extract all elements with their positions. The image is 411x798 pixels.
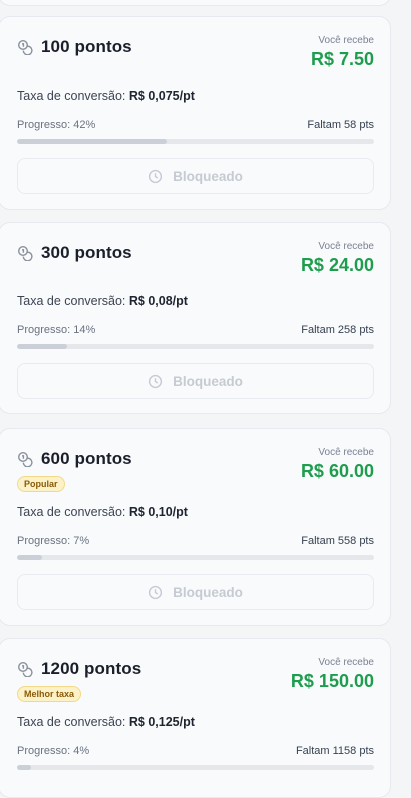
conversion-rate: Taxa de conversão: R$ 0,08/pt: [17, 294, 188, 308]
progress-row: Progresso: 14% Faltam 258 pts: [17, 324, 374, 336]
tier-card: 1200 pontos Melhor taxa Você recebe R$ 1…: [0, 638, 391, 798]
remaining-text: Faltam 58 pts: [307, 119, 374, 131]
receive-value: R$ 150.00: [290, 671, 374, 691]
receive-value: R$ 60.00: [300, 461, 374, 481]
progress-row: Progresso: 42% Faltam 58 pts: [17, 119, 374, 131]
receive-value: R$ 7.50: [310, 49, 374, 69]
locked-button[interactable]: Bloqueado: [17, 363, 374, 399]
tier-points: 300 pontos: [41, 243, 132, 262]
coins-icon: [17, 661, 33, 677]
progress-row: Progresso: 4% Faltam 1158 pts: [17, 745, 374, 757]
receive-block: Você recebe R$ 7.50: [311, 35, 374, 70]
remaining-text: Faltam 1158 pts: [295, 745, 374, 757]
locked-button-label: Bloqueado: [173, 168, 243, 184]
clock-icon: [149, 169, 163, 183]
conversion-rate-value: R$ 0,125/pt: [128, 715, 195, 729]
locked-button[interactable]: Bloqueado: [17, 574, 374, 610]
conversion-rate-label: Taxa de conversão:: [17, 505, 126, 519]
conversion-rate: Taxa de conversão: R$ 0,075/pt: [17, 89, 195, 103]
conversion-rate: Taxa de conversão: R$ 0,10/pt: [17, 505, 188, 519]
clock-icon: [149, 374, 163, 388]
tier-card: 300 pontos Você recebe R$ 24.00 Taxa de …: [0, 222, 391, 414]
conversion-rate-value: R$ 0,10/pt: [128, 505, 188, 519]
previous-card-edge: [0, 0, 391, 6]
tier-points: 600 pontos: [41, 449, 132, 468]
locked-button-label: Bloqueado: [173, 373, 243, 389]
tier-points: 100 pontos: [41, 37, 132, 56]
progress-row: Progresso: 7% Faltam 558 pts: [17, 535, 374, 547]
conversion-rate: Taxa de conversão: R$ 0,125/pt: [17, 715, 195, 729]
coins-icon: [17, 39, 33, 55]
progress-text: Progresso: 7%: [17, 535, 90, 547]
progress-text: Progresso: 14%: [17, 324, 96, 336]
progress-bar: [17, 555, 374, 560]
tier-card: 600 pontos Popular Você recebe R$ 60.00 …: [0, 428, 391, 626]
locked-button-label: Bloqueado: [173, 584, 243, 600]
progress-text: Progresso: 4%: [17, 745, 90, 757]
locked-button[interactable]: Bloqueado: [17, 158, 374, 194]
tier-header: 1200 pontos: [17, 659, 141, 679]
progress-bar: [17, 344, 374, 349]
conversion-rate-value: R$ 0,08/pt: [128, 294, 188, 308]
progress-bar: [17, 139, 374, 144]
conversion-rate-value: R$ 0,075/pt: [128, 89, 195, 103]
tier-header: 100 pontos: [17, 37, 132, 57]
progress-bar-fill: [17, 555, 42, 560]
progress-bar-fill: [17, 344, 67, 349]
receive-block: Você recebe R$ 150.00: [291, 657, 374, 692]
remaining-text: Faltam 558 pts: [301, 535, 374, 547]
popular-badge: Popular: [17, 476, 65, 492]
tier-card: 100 pontos Você recebe R$ 7.50 Taxa de c…: [0, 16, 391, 210]
tier-points: 1200 pontos: [41, 659, 142, 678]
coins-icon: [17, 245, 33, 261]
receive-block: Você recebe R$ 60.00: [301, 447, 374, 482]
receive-block: Você recebe R$ 24.00: [301, 241, 374, 276]
progress-bar-fill: [17, 139, 167, 144]
receive-label: Você recebe: [318, 657, 374, 668]
tier-header: 600 pontos: [17, 449, 132, 469]
conversion-rate-label: Taxa de conversão:: [17, 294, 126, 308]
best-rate-badge: Melhor taxa: [17, 686, 82, 702]
clock-icon: [149, 585, 163, 599]
receive-label: Você recebe: [318, 241, 374, 252]
coins-icon: [17, 451, 33, 467]
progress-text: Progresso: 42%: [17, 119, 96, 131]
conversion-rate-label: Taxa de conversão:: [17, 89, 126, 103]
remaining-text: Faltam 258 pts: [301, 324, 374, 336]
tier-header: 300 pontos: [17, 243, 132, 263]
receive-label: Você recebe: [318, 35, 374, 46]
receive-value: R$ 24.00: [300, 255, 374, 275]
receive-label: Você recebe: [318, 447, 374, 458]
progress-bar-fill: [17, 765, 32, 770]
progress-bar: [17, 765, 374, 770]
conversion-rate-label: Taxa de conversão:: [17, 715, 126, 729]
